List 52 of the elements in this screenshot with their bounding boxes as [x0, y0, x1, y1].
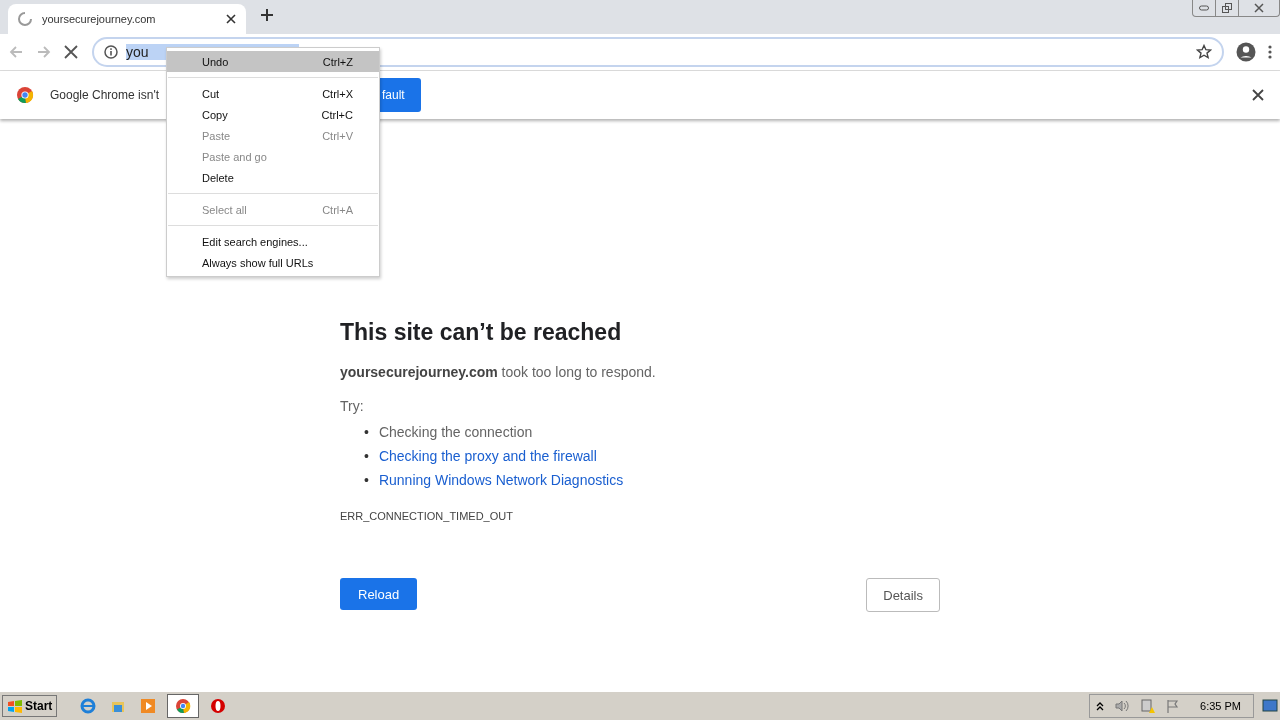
bullet: • — [364, 423, 369, 441]
menu-shortcut: Ctrl+A — [322, 203, 353, 216]
start-button[interactable]: Start — [2, 695, 58, 717]
menu-item-label: Select all — [202, 203, 247, 216]
suggestion-link[interactable]: Checking the proxy and the firewall — [378, 447, 597, 465]
error-title: This site can’t be reached — [340, 319, 623, 346]
new-tab-plus-icon[interactable] — [260, 8, 274, 22]
menu-item-label: Always show full URLs — [202, 256, 314, 269]
reload-button[interactable]: Reload — [340, 578, 418, 610]
browser-tab[interactable]: yoursecurejourney.com — [8, 4, 246, 34]
chevron-up-icon[interactable] — [1096, 701, 1105, 711]
error-message: yoursecurejourney.com took too long to respond. — [340, 364, 657, 380]
chrome-icon — [16, 86, 34, 104]
chrome-icon[interactable] — [175, 698, 192, 714]
details-button[interactable]: Details — [866, 578, 940, 612]
menu-dots-icon[interactable] — [1268, 44, 1272, 60]
account-icon[interactable] — [1236, 42, 1256, 62]
close-icon — [1254, 3, 1264, 13]
menu-item[interactable]: Always show full URLs — [167, 252, 379, 273]
star-icon[interactable] — [1196, 44, 1212, 60]
menu-shortcut: Ctrl+Z — [322, 55, 353, 68]
restore-icon — [1222, 3, 1232, 13]
error-code: ERR_CONNECTION_TIMED_OUT — [340, 510, 514, 522]
taskbar-app[interactable] — [167, 694, 200, 718]
menu-item[interactable]: Delete — [167, 167, 379, 188]
show-desktop-icon[interactable] — [1262, 699, 1278, 713]
tab-title: yoursecurejourney.com — [42, 13, 157, 25]
bullet: • — [364, 471, 369, 489]
windows-flag-icon — [7, 699, 23, 713]
menu-item-label: Copy — [202, 108, 228, 121]
close-icon[interactable] — [1252, 89, 1264, 101]
speaker-icon[interactable] — [1114, 699, 1131, 713]
minimize-icon — [1199, 5, 1209, 11]
menu-item[interactable]: Edit search engines... — [167, 231, 379, 252]
menu-shortcut: Ctrl+C — [321, 108, 353, 121]
clock[interactable]: 6:35 PM — [1200, 700, 1241, 712]
suggestion-link[interactable]: Running Windows Network Diagnostics — [378, 471, 624, 489]
menu-item-label: Delete — [202, 171, 234, 184]
menu-item-label: Paste and go — [202, 150, 267, 163]
suggestion-text: Checking the connection — [378, 423, 533, 441]
menu-item-label: Paste — [202, 129, 231, 142]
close-icon[interactable] — [226, 14, 236, 24]
menu-shortcut: Ctrl+V — [322, 129, 353, 142]
stop-loading-icon[interactable] — [64, 45, 78, 59]
menu-shortcut: Ctrl+X — [322, 87, 353, 100]
infobar-message: Google Chrome isn't — [50, 88, 159, 102]
info-icon — [104, 45, 118, 59]
menu-item[interactable]: Undo Ctrl+Z — [167, 51, 379, 72]
bullet: • — [364, 447, 369, 465]
menu-item-label: Edit search engines... — [202, 235, 308, 248]
try-label: Try: — [340, 398, 365, 414]
menu-item-label: Cut — [202, 87, 220, 100]
